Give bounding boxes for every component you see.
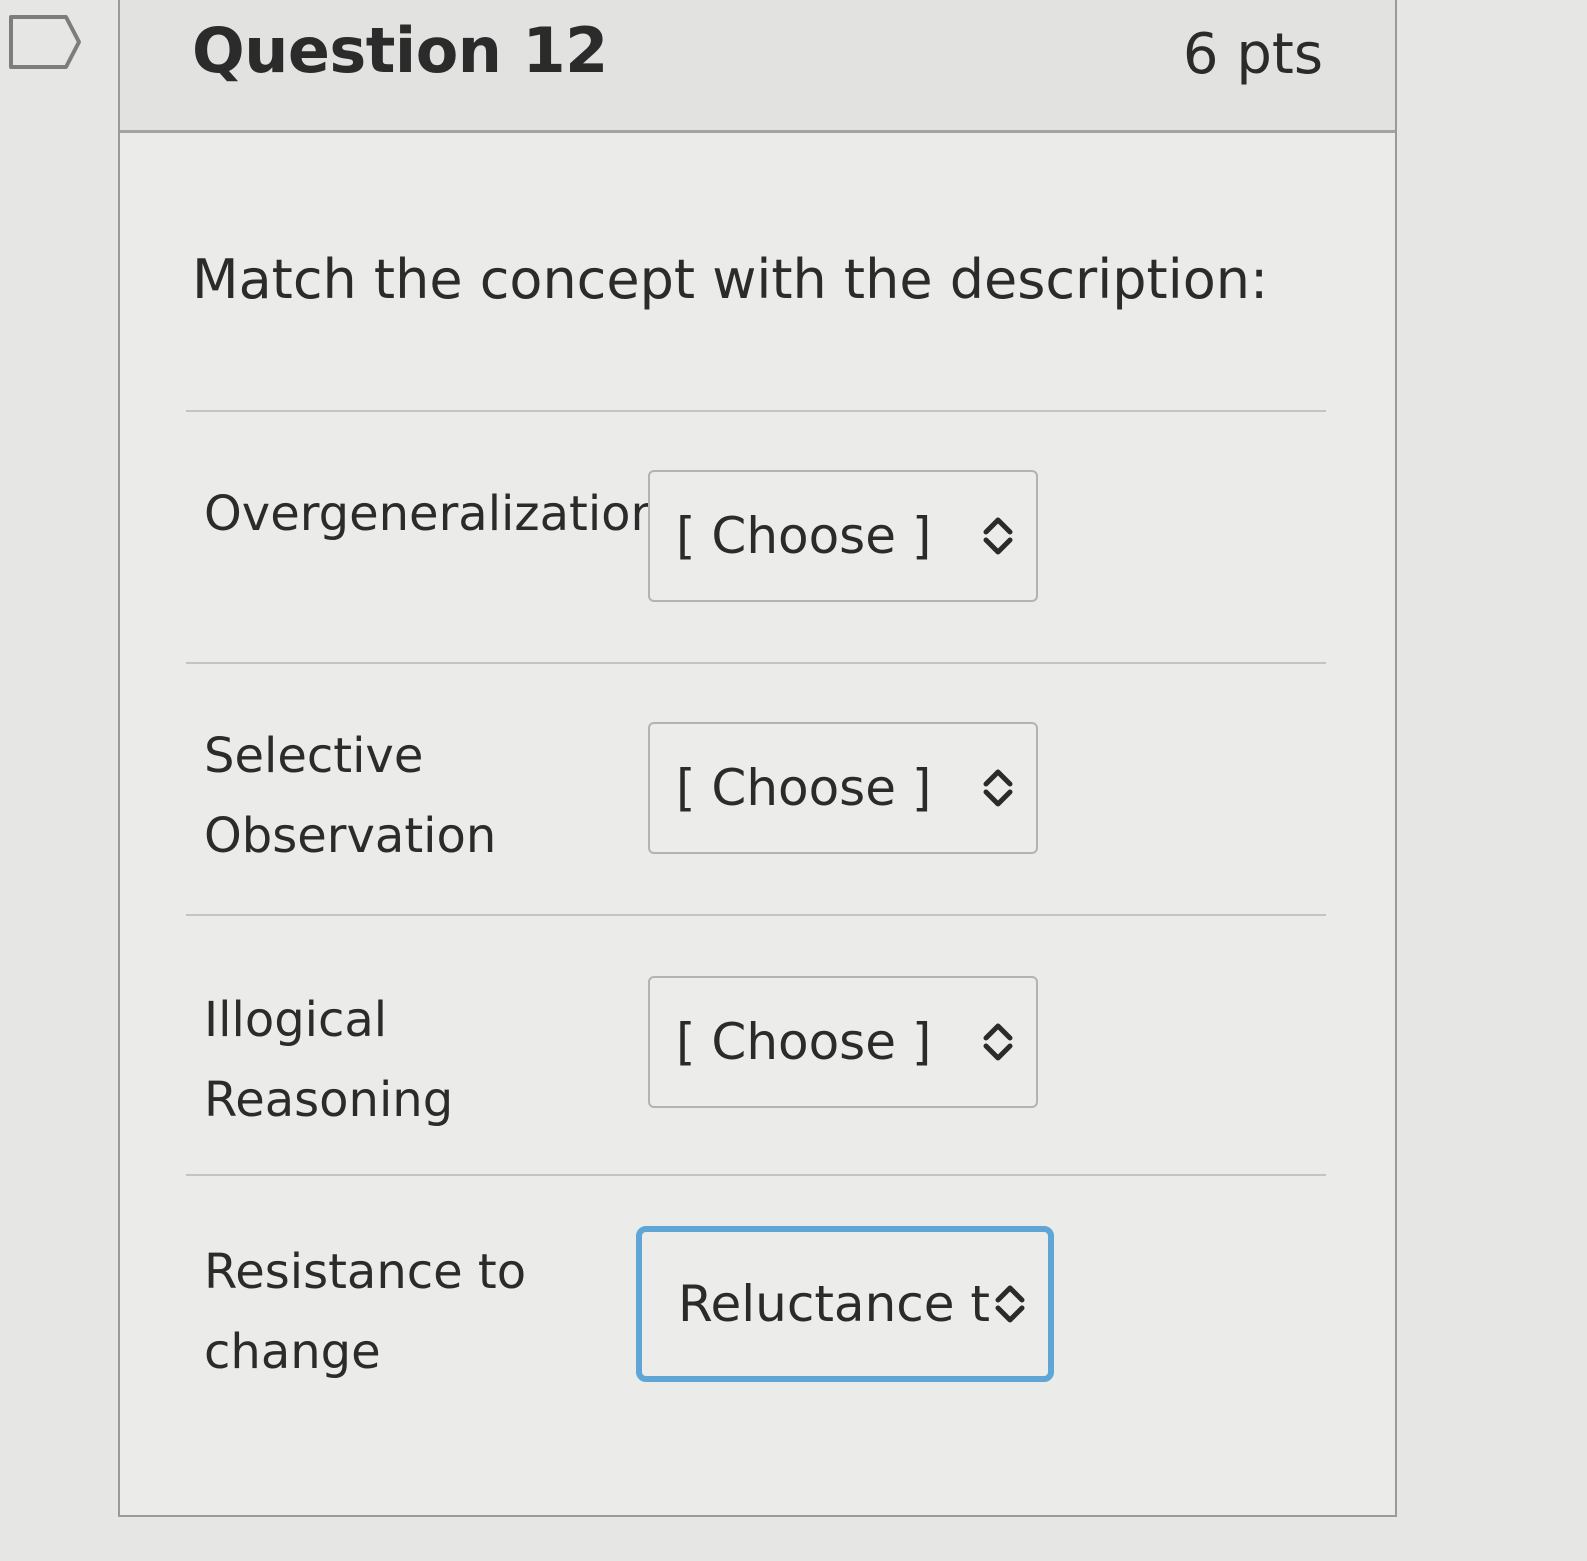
divider [186, 662, 1326, 664]
answer-select-overgeneralization[interactable]: [ Choose ] [648, 470, 1038, 602]
flag-question-icon[interactable] [8, 14, 82, 70]
concept-label-overgeneralization: Overgeneralization [204, 474, 661, 554]
answer-select-illogical-reasoning[interactable]: [ Choose ] [648, 976, 1038, 1108]
concept-label-selective-observation: Selective Observation [204, 716, 634, 876]
up-down-chevron-icon [983, 1023, 1013, 1061]
concept-label-line: Observation [204, 808, 497, 864]
divider [186, 1174, 1326, 1176]
select-value: [ Choose ] [676, 759, 932, 817]
select-value: [ Choose ] [676, 1013, 932, 1071]
question-points: 6 pts [1182, 22, 1323, 87]
divider [186, 410, 1326, 412]
up-down-chevron-icon [983, 517, 1013, 555]
answer-select-selective-observation[interactable]: [ Choose ] [648, 722, 1038, 854]
up-down-chevron-icon [995, 1285, 1025, 1323]
divider [186, 914, 1326, 916]
answer-select-resistance-to-change[interactable]: Reluctance t [636, 1226, 1054, 1382]
concept-label-line: change [204, 1324, 381, 1380]
question-card: Question 12 6 pts Match the concept with… [118, 0, 1397, 1517]
select-value: [ Choose ] [676, 507, 932, 565]
question-header: Question 12 6 pts [120, 0, 1395, 133]
up-down-chevron-icon [983, 769, 1013, 807]
concept-label-resistance-to-change: Resistance to change [204, 1232, 634, 1392]
select-value: Reluctance t [678, 1275, 990, 1333]
concept-label-line: Illogical Reasoning [204, 992, 454, 1128]
question-prompt: Match the concept with the description: [192, 248, 1269, 311]
concept-label-line: Selective [204, 728, 424, 784]
concept-label-illogical-reasoning: Illogical Reasoning [204, 980, 634, 1140]
question-title: Question 12 [192, 14, 608, 87]
concept-label-line: Overgeneralization [204, 486, 661, 542]
concept-label-line: Resistance to [204, 1244, 527, 1300]
